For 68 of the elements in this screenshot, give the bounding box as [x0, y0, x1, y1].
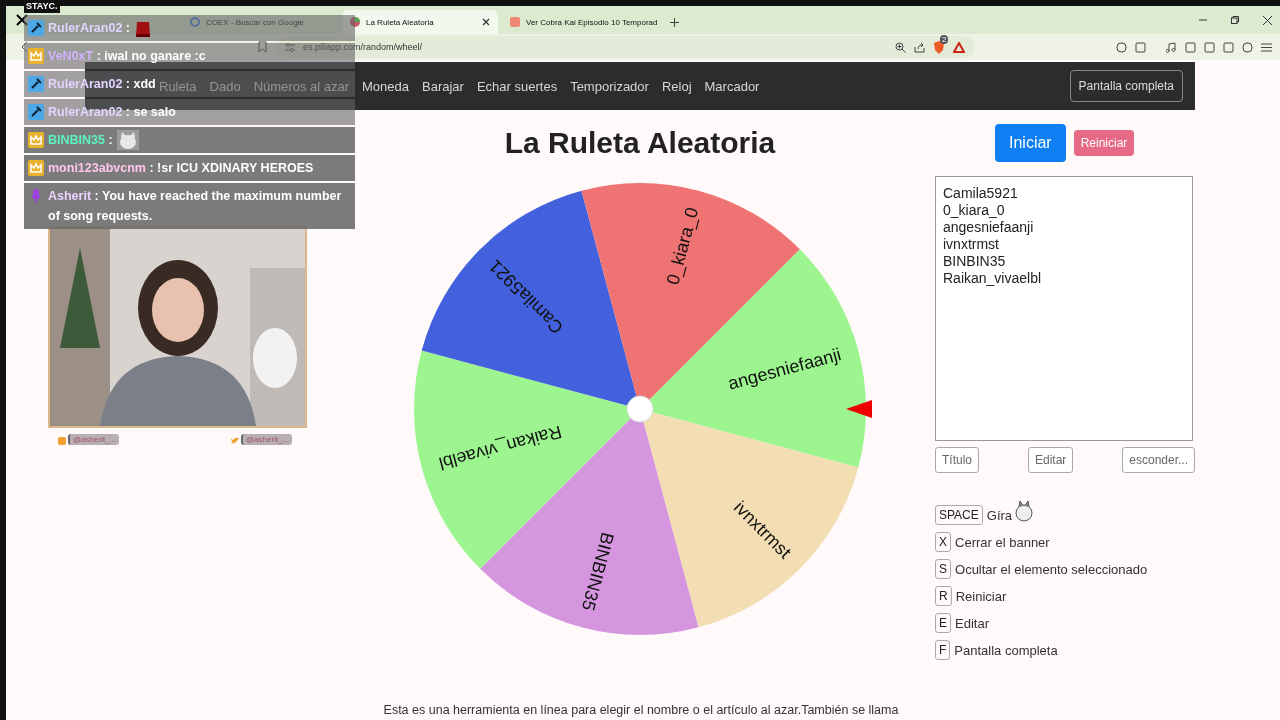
menu-icon[interactable]: [1261, 41, 1272, 53]
shield-count-badge: 2: [940, 34, 949, 44]
triangle-icon[interactable]: [953, 41, 965, 53]
key-cap: R: [935, 586, 952, 606]
stream-title: STAYC.: [24, 0, 60, 13]
google-icon: [190, 17, 200, 27]
lion-shield-icon[interactable]: [933, 40, 945, 54]
shortcut-label: Reiniciar: [955, 588, 1007, 604]
zoom-icon[interactable]: [895, 41, 906, 53]
nav-link[interactable]: Reloj: [661, 78, 692, 94]
page-title: La Ruleta Aleatoria: [504, 126, 776, 160]
browser-tab[interactable]: Ver Cobra Kai Episodio 10 Temporad: [502, 10, 666, 34]
shortcut-label: Pantalla completa: [954, 642, 1058, 658]
nav-link[interactable]: Echar suertes: [476, 78, 558, 94]
music-icon[interactable]: [1166, 41, 1177, 53]
social-handle: @asherit_...: [241, 434, 293, 445]
pointer-icon: [846, 400, 872, 418]
chat-username: RulerAran02 :: [48, 20, 130, 37]
bunny-cursor-icon: [1014, 500, 1035, 522]
x-logo-icon[interactable]: [16, 14, 28, 26]
share-icon[interactable]: [914, 41, 925, 53]
description-text: Esta es una herramienta en línea para elegir el nombre o el artículo al azar.También se llama: [382, 703, 900, 717]
wrench-badge-icon: [28, 20, 44, 36]
key-cap: X: [935, 532, 951, 552]
key-cap: E: [935, 613, 951, 633]
list-button[interactable]: esconder...: [1122, 447, 1195, 473]
social-handle: @asherit_...: [68, 434, 120, 445]
restore-icon[interactable]: [1231, 16, 1239, 24]
site-icon: [510, 17, 520, 27]
nav-link[interactable]: Marcador: [704, 78, 760, 94]
crown-badge-icon: [28, 48, 44, 64]
wheel-hub: [626, 395, 654, 423]
chat-text: moni123abvcnm : !sr ICU XDINARY HEROES: [48, 160, 314, 177]
wrench-badge-icon: [28, 104, 44, 120]
chat-text: RulerAran02 : xdd: [48, 76, 156, 93]
new-tab-icon[interactable]: [669, 17, 679, 27]
chat-username: BINBIN35 :: [48, 132, 113, 149]
crown-badge-icon: [28, 132, 44, 148]
fullscreen-button[interactable]: Pantalla completa: [1069, 70, 1183, 102]
tune-icon: [285, 42, 295, 52]
cat-emote-icon: [116, 130, 139, 150]
chat-text: VeN0xT : iwal no ganare :c: [48, 48, 206, 65]
key-cap: S: [935, 559, 951, 579]
crown-badge-icon: [28, 160, 44, 176]
shortcut-label: Gíra: [986, 507, 1013, 523]
back-icon[interactable]: [20, 41, 28, 53]
chat-text: Asherit : You have reached the maximum number of song requests.: [48, 188, 343, 225]
bird-icon: [231, 437, 240, 445]
wrench-badge-icon: [28, 76, 44, 92]
nav-link[interactable]: Temporizador: [570, 78, 649, 94]
shortcut-label: Cerrar el banner: [955, 534, 1050, 550]
nav-link[interactable]: Moneda: [362, 78, 409, 94]
wheel-icon: [350, 17, 360, 27]
list-button[interactable]: Editar: [1027, 447, 1074, 473]
minimize-icon[interactable]: [1199, 16, 1207, 24]
browser-tab[interactable]: La Ruleta Aleatoria: [342, 10, 498, 34]
shortcut-label: Ocultar el elemento seleccionado: [955, 561, 1148, 577]
close-icon[interactable]: [1263, 15, 1272, 25]
shortcut-label: Editar: [955, 615, 989, 631]
close-icon[interactable]: [482, 18, 490, 26]
microphone-badge-icon: [28, 188, 44, 204]
list-button[interactable]: Título: [935, 447, 979, 473]
instagram-icon: [58, 437, 66, 445]
names-field[interactable]: Camila5921 0_kiara_0 angesniefaanji ivnxtrmst BINBIN35 Raikan_vivaelbl: [935, 176, 1193, 441]
key-cap: SPACE: [935, 505, 983, 525]
start-button[interactable]: Iniciar: [995, 124, 1066, 162]
nav-link[interactable]: Barajar: [422, 78, 464, 94]
key-cap: F: [935, 640, 951, 660]
